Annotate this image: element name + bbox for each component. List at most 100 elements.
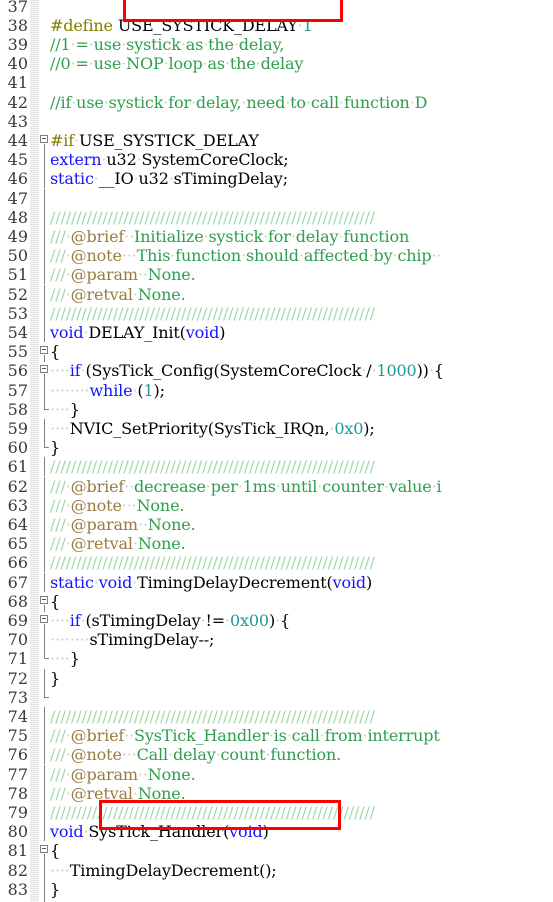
comment-token: delay, <box>195 92 242 112</box>
keyword-token: if <box>69 361 81 381</box>
doc-tag-token: @note <box>70 745 122 765</box>
fold-collapse-icon[interactable] <box>39 342 50 363</box>
line-number: 55 <box>7 342 28 362</box>
fold-collapse-icon[interactable] <box>39 592 50 612</box>
code-line[interactable]: 63 ///·@note···None. <box>0 495 553 516</box>
code-line[interactable]: 61 //////////////////////////////////////… <box>0 457 553 477</box>
fold-collapse-icon[interactable] <box>39 361 50 382</box>
minus-box-icon[interactable] <box>40 845 48 854</box>
comment-token: //1 <box>50 34 71 54</box>
fold-end-tick <box>44 408 49 410</box>
line-number: 61 <box>7 457 28 477</box>
comment-token: ////////////////////////////////////////… <box>50 706 375 726</box>
minus-box-icon[interactable] <box>40 134 48 143</box>
minus-box-icon[interactable] <box>40 595 48 604</box>
line-number: 43 <box>7 111 28 131</box>
code-line[interactable]: 73 <box>0 687 553 707</box>
line-number: 38 <box>7 15 28 35</box>
code-line[interactable]: 41 <box>0 73 553 92</box>
code-line[interactable]: 58 ····} <box>0 399 553 419</box>
fold-collapse-icon[interactable] <box>39 131 50 152</box>
fold-collapse-icon[interactable] <box>39 841 50 862</box>
comment-token: call <box>310 92 339 112</box>
code-line[interactable]: 47 <box>0 188 553 208</box>
code-line[interactable]: 62 ///·@brief··decrease·per·1ms·until·cou… <box>0 476 553 496</box>
line-number: 79 <box>7 802 28 822</box>
code-line[interactable]: 56 ····if·(SysTick_Config(SystemCoreClock… <box>0 361 553 382</box>
code-line[interactable]: 49 ///·@brief··Initialize·systick·for·del… <box>0 226 553 247</box>
code-text: } <box>50 438 60 457</box>
doc-tag-token: @brief <box>70 476 125 496</box>
whitespace-dots: ···· <box>50 649 70 669</box>
code-line[interactable]: 37 <box>0 0 553 16</box>
code-line[interactable]: 71 ····} <box>0 649 553 668</box>
minus-box-icon[interactable] <box>40 365 48 374</box>
code-line[interactable]: 43 <box>0 112 553 131</box>
identifier-token: TimingDelayDecrement <box>137 572 327 592</box>
code-text: ////////////////////////////////////////… <box>50 208 375 227</box>
line-number: 75 <box>7 726 28 746</box>
code-line[interactable]: 65 ///·@retval·None. <box>0 534 553 554</box>
code-line[interactable]: 83} <box>0 879 553 900</box>
comment-token: Initialize <box>134 226 204 246</box>
fold-collapse-icon[interactable] <box>39 611 50 632</box>
code-text: ····} <box>50 649 80 668</box>
code-line[interactable]: 79 //////////////////////////////////////… <box>0 802 553 823</box>
code-line[interactable]: 46 static·__IO·u32·sTimingDelay; <box>0 169 553 189</box>
number-token: 1000 <box>376 361 417 381</box>
code-line[interactable]: 78 ///·@retval·None. <box>0 783 553 804</box>
code-line[interactable]: 64 ///·@param··None. <box>0 514 553 535</box>
code-line[interactable]: 67 static·void·TimingDelayDecrement(void) <box>0 572 553 592</box>
code-line[interactable]: 55 { <box>0 342 553 363</box>
whitespace-dots: ···· <box>50 399 70 419</box>
code-line[interactable]: 51 ///·@param··None. <box>0 265 553 285</box>
fold-end-tick <box>44 447 49 449</box>
code-line[interactable]: 52 ///·@retval·None. <box>0 284 553 304</box>
code-text: ///·@retval·None. <box>50 285 186 304</box>
code-line[interactable]: 68 { <box>0 591 553 612</box>
fold-guide-line <box>39 284 50 304</box>
code-line[interactable]: 72} <box>0 668 553 688</box>
minus-box-icon[interactable] <box>40 614 48 623</box>
code-line[interactable]: 74 //////////////////////////////////////… <box>0 706 553 727</box>
comment-token: count <box>220 745 266 765</box>
code-line[interactable]: 38 #define USE_SYSTICK_DELAY·1 <box>0 16 553 35</box>
code-line[interactable]: 80 void·SysTick_Handler(void) <box>0 822 553 842</box>
code-line[interactable]: 59 ····NVIC_SetPriority(SysTick_IRQn,·0x0… <box>0 418 553 439</box>
code-line[interactable]: 75 ///·@brief··SysTick_Handler·is·call·fr… <box>0 726 553 746</box>
minus-box-icon[interactable] <box>40 346 48 355</box>
code-line[interactable]: 82 ····TimingDelayDecrement(); <box>0 860 553 880</box>
comment-token: = <box>75 54 89 74</box>
code-line[interactable]: 81 { <box>0 841 553 862</box>
comment-token: function. <box>270 745 342 765</box>
identifier-token: { <box>50 591 61 611</box>
code-line[interactable]: 42 //if·use·systick·for·delay,·need·to·ca… <box>0 93 553 112</box>
code-line[interactable]: 60} <box>0 438 553 457</box>
code-line[interactable]: 54 void·DELAY_Init(void) <box>0 322 553 343</box>
code-line[interactable]: 44 #if·USE_SYSTICK_DELAY <box>0 130 553 152</box>
code-line[interactable]: 76 ///·@note···Call·delay·count·function. <box>0 745 553 765</box>
code-line[interactable]: 45 extern·u32·SystemCoreClock; <box>0 150 553 170</box>
code-text: ····NVIC_SetPriority(SysTick_IRQn,·0x0); <box>50 419 375 438</box>
code-line[interactable]: 69 ····if·(sTimingDelay·!=·0x00)·{ <box>0 610 553 632</box>
code-line[interactable]: 48 //////////////////////////////////////… <box>0 207 553 228</box>
code-text: extern·u32·SystemCoreClock; <box>50 150 289 169</box>
code-line[interactable]: 39 //1·=·use·systick·as·the·delay, <box>0 35 553 54</box>
line-number: 69 <box>7 610 28 630</box>
comment-token: the <box>229 54 256 74</box>
code-line[interactable]: 70 ········sTimingDelay--; <box>0 630 553 650</box>
code-line[interactable]: 53 //////////////////////////////////////… <box>0 303 553 324</box>
code-line[interactable]: 50///·@note···This·function·should·affec… <box>0 246 553 266</box>
comment-token: delay, <box>238 34 285 54</box>
code-line[interactable]: 77 ///·@param··None. <box>0 764 553 784</box>
whitespace-dots: ·· <box>137 764 148 784</box>
identifier-token: USE_SYSTICK_DELAY <box>78 130 259 150</box>
code-editor[interactable]: 37 38 #define USE_SYSTICK_DELAY·1 39 //1·=·u… <box>0 0 553 902</box>
comment-token: Call <box>136 745 169 765</box>
code-line[interactable]: 40 //0·=·use·NOP·loop·as·the·delay <box>0 54 553 73</box>
whitespace-dots: ··· <box>121 246 137 266</box>
fold-guide-line <box>39 169 50 189</box>
code-line[interactable]: 57 ········while·(1); <box>0 380 553 400</box>
code-line[interactable]: 66 //////////////////////////////////////… <box>0 553 553 573</box>
identifier-token: TimingDelayDecrement(); <box>69 860 277 880</box>
